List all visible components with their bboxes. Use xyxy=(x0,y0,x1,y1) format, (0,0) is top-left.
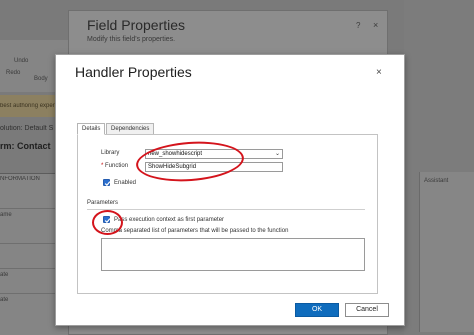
field-properties-subtitle: Modify this field's properties. xyxy=(87,36,176,43)
undo-label: Undo xyxy=(14,58,29,64)
function-label: Function xyxy=(105,163,129,169)
annotation-circle-checkbox xyxy=(92,210,123,235)
body-label: Body xyxy=(34,76,48,82)
cancel-button[interactable]: Cancel xyxy=(345,303,389,317)
section-divider xyxy=(87,209,365,210)
required-marker: * xyxy=(101,163,104,169)
function-label-group: * Function xyxy=(101,163,128,169)
pass-context-label: Pass execution context as first paramete… xyxy=(114,217,225,223)
params-hint: Comma separated list of parameters that … xyxy=(101,228,289,234)
library-label: Library xyxy=(101,150,120,156)
assistant-panel xyxy=(419,172,474,332)
close-icon[interactable]: × xyxy=(376,67,382,78)
handler-properties-dialog: Handler Properties × Details Dependencie… xyxy=(55,54,405,326)
parameters-textarea[interactable] xyxy=(101,238,365,271)
tab-details[interactable]: Details xyxy=(77,123,106,135)
field-properties-title: Field Properties xyxy=(87,17,186,33)
handler-properties-title: Handler Properties xyxy=(75,64,192,80)
assistant-panel-header: Assistant xyxy=(424,178,449,184)
help-icon[interactable]: ? xyxy=(356,21,360,30)
close-icon[interactable]: × xyxy=(373,20,378,30)
enabled-checkbox[interactable] xyxy=(103,179,111,187)
enabled-label: Enabled xyxy=(114,180,137,186)
ok-button[interactable]: OK xyxy=(295,303,339,317)
parameters-section-title: Parameters xyxy=(87,200,119,206)
redo-label: Redo xyxy=(6,70,21,76)
chevron-down-icon: ⌄ xyxy=(274,151,280,157)
